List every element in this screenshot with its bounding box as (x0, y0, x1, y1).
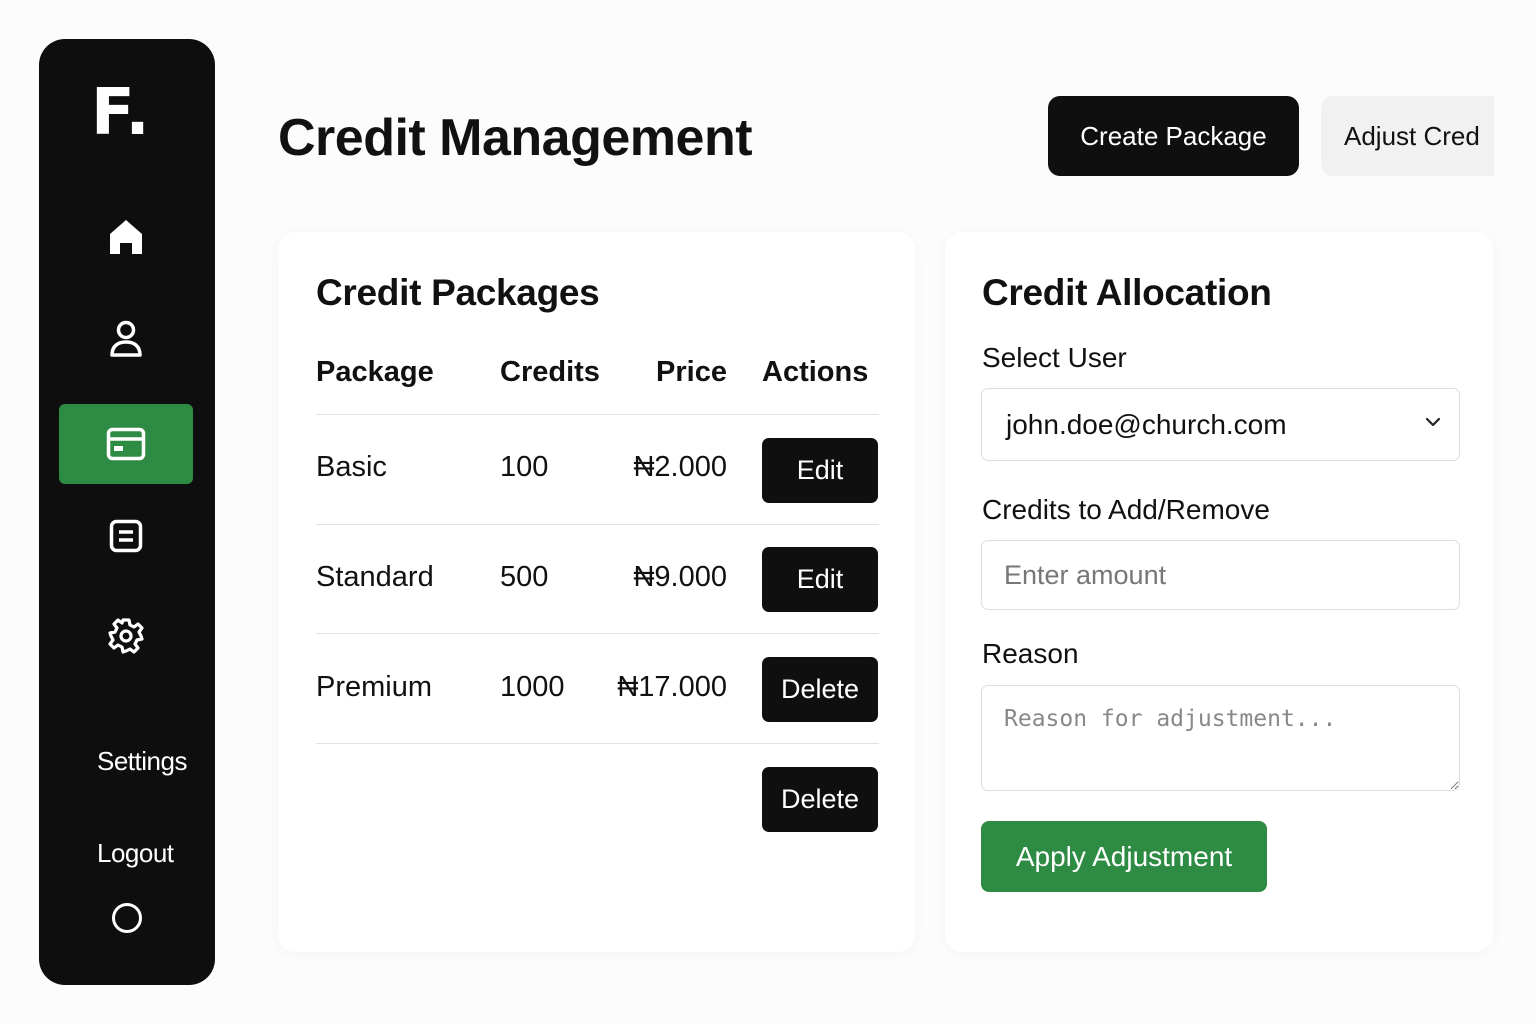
page: F. Settings Logout Credit Management Cre… (0, 0, 1536, 1024)
column-header-package: Package (316, 356, 434, 388)
delete-button[interactable]: Delete (762, 767, 878, 832)
page-title: Credit Management (278, 109, 753, 167)
apply-adjustment-button[interactable]: Apply Adjustment (981, 821, 1267, 892)
table-divider (316, 524, 879, 525)
package-name-cell: Premium (316, 671, 433, 703)
price-cell: ₦2.000 (633, 451, 727, 483)
sidebar-logout-link[interactable]: Logout (97, 838, 174, 869)
circle-icon[interactable] (112, 903, 142, 933)
sidebar-item-home[interactable] (59, 197, 193, 277)
sidebar-item-users[interactable] (59, 299, 193, 379)
credit-card-icon (106, 427, 146, 461)
credits-label: Credits to Add/Remove (982, 494, 1270, 525)
credit-allocation-title: Credit Allocation (982, 272, 1272, 313)
column-header-actions: Actions (762, 356, 869, 388)
sidebar-item-credits[interactable] (59, 404, 193, 484)
sidebar-item-settings-icon[interactable] (59, 596, 193, 676)
table-divider (316, 414, 879, 415)
reason-textarea[interactable] (981, 685, 1460, 791)
sidebar-item-reports[interactable] (59, 496, 193, 576)
package-name-cell: Basic (316, 451, 387, 483)
delete-premium-button[interactable]: Delete (762, 657, 878, 722)
logo: F. (91, 76, 150, 150)
credits-cell: 100 (500, 451, 549, 483)
package-name-cell: Standard (316, 561, 434, 593)
select-user-label: Select User (982, 342, 1127, 373)
credits-cell: 500 (500, 561, 549, 593)
home-icon (110, 220, 142, 254)
edit-basic-button[interactable]: Edit (762, 438, 878, 503)
create-package-button[interactable]: Create Package (1048, 96, 1299, 176)
credits-cell: 1000 (500, 671, 565, 703)
reason-label: Reason (982, 638, 1079, 669)
gear-icon (108, 618, 144, 654)
credit-packages-title: Credit Packages (316, 272, 600, 313)
sidebar-settings-link[interactable]: Settings (97, 746, 187, 777)
chevron-down-icon (1425, 417, 1441, 427)
price-cell: ₦9.000 (633, 561, 727, 593)
adjust-credits-button[interactable]: Adjust Cred (1321, 96, 1494, 176)
document-icon (109, 519, 143, 553)
credits-amount-input[interactable] (981, 540, 1460, 610)
user-icon (110, 320, 142, 357)
user-select[interactable]: john.doe@church.com (981, 388, 1460, 461)
edit-standard-button[interactable]: Edit (762, 547, 878, 612)
price-cell: ₦17.000 (617, 671, 727, 703)
table-divider (316, 633, 879, 634)
selected-user-value: john.doe@church.com (1006, 408, 1287, 440)
sidebar: F. Settings Logout (39, 39, 215, 985)
table-divider (316, 743, 879, 744)
column-header-price: Price (656, 356, 727, 388)
